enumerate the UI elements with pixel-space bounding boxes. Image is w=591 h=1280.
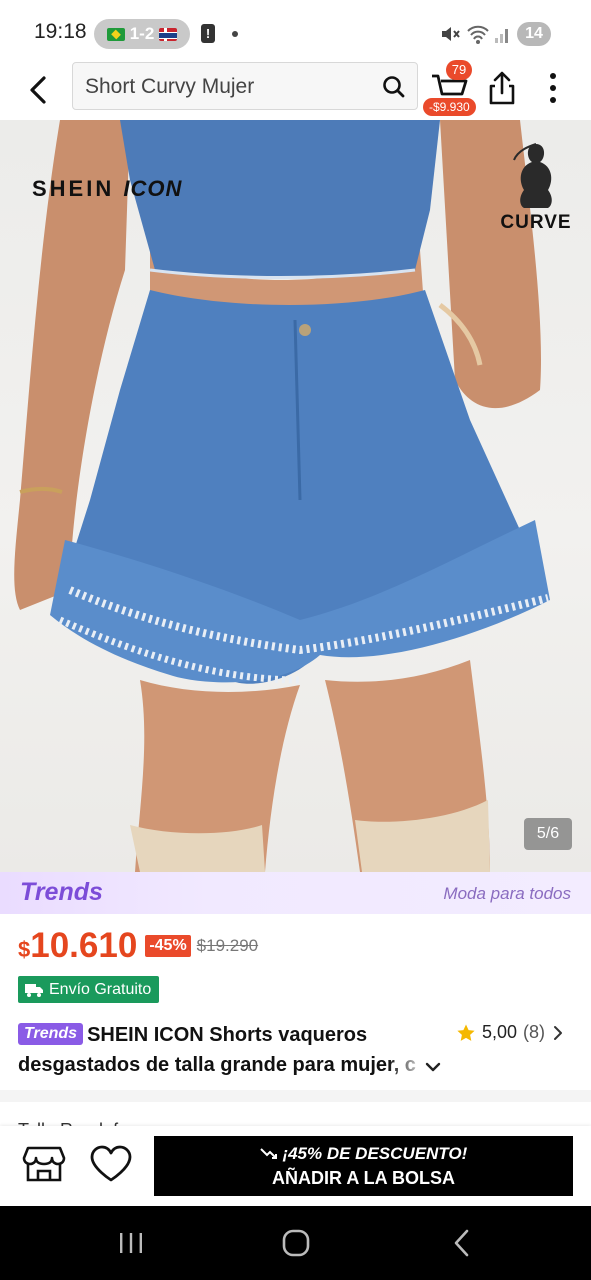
brand-logo: SHEIN ICON [32, 176, 182, 202]
system-back-icon[interactable] [451, 1228, 473, 1258]
back-arrow-icon[interactable] [20, 70, 56, 110]
status-bar: 19:18 1-2 ! 14 [0, 0, 591, 62]
system-navigation-bar [0, 1206, 591, 1280]
share-icon[interactable] [486, 68, 518, 108]
battery-level: 14 [517, 22, 551, 46]
top-navigation: Short Curvy Mujer 79 -$9.930 [0, 60, 591, 120]
network-pill: 1-2 [94, 19, 190, 49]
trends-tagline: Moda para todos [443, 884, 571, 903]
section-divider [0, 1090, 591, 1102]
star-icon [457, 1024, 475, 1041]
rating-value: 5,00 [482, 1022, 518, 1042]
clock: 19:18 [34, 20, 87, 43]
brand-accent: ICON [123, 176, 183, 201]
brazil-flag-icon [106, 27, 125, 41]
review-count: (8) [523, 1022, 546, 1042]
mute-icon [442, 27, 460, 41]
cart-count-badge: 79 [446, 60, 472, 80]
product-title[interactable]: Trends SHEIN ICON Shorts vaqueros desgast… [18, 1020, 458, 1080]
recent-apps-icon[interactable] [118, 1232, 144, 1254]
image-counter: 5/6 [524, 818, 572, 850]
free-shipping-badge: Envío Gratuito [18, 976, 160, 1003]
trends-banner[interactable]: Trends Moda para todos [0, 872, 591, 914]
original-price: $19.290 [196, 936, 259, 955]
search-icon[interactable] [381, 74, 407, 100]
search-query: Short Curvy Mujer [85, 75, 255, 98]
trends-logo: Trends [20, 878, 103, 906]
price-row: $10.610 -45% $19.290 [18, 924, 258, 968]
product-image-gallery[interactable]: SHEIN ICON CURVE 5/6 [0, 120, 591, 872]
wifi-icon [467, 25, 489, 44]
truck-icon [25, 983, 43, 997]
brand-name: SHEIN [32, 176, 115, 201]
store-icon[interactable] [22, 1144, 66, 1184]
trend-down-icon [259, 1148, 277, 1159]
discount-badge: -45% [145, 935, 191, 957]
home-icon[interactable] [281, 1228, 311, 1258]
promo-line: ¡45% DE DESCUENTO! [154, 1144, 573, 1164]
price-value: 10.610 [30, 926, 138, 965]
chevron-right-icon [554, 1025, 563, 1040]
alert-notification-icon: ! [201, 24, 215, 43]
signal-icon [495, 29, 508, 43]
add-to-bag-label: AÑADIR A LA BOLSA [272, 1168, 455, 1188]
add-to-bag-button[interactable]: ¡45% DE DESCUENTO! AÑADIR A LA BOLSA [154, 1136, 573, 1196]
silhouette-icon [513, 143, 552, 208]
bottom-action-bar: ¡45% DE DESCUENTO! AÑADIR A LA BOLSA [0, 1126, 591, 1206]
curve-badge: CURVE [496, 140, 576, 235]
currency-symbol: $ [18, 937, 31, 962]
network-pill-label: 1-2 [129, 24, 155, 43]
more-vertical-icon[interactable] [540, 68, 566, 108]
promo-text: ¡45% DE DESCUENTO! [282, 1144, 468, 1163]
current-price: $10.610 [18, 926, 137, 966]
trends-tag: Trends [18, 1023, 84, 1045]
norway-flag-icon [159, 27, 178, 41]
search-input[interactable]: Short Curvy Mujer [72, 62, 418, 110]
curve-label: CURVE [500, 212, 572, 233]
notification-dot-icon [232, 31, 238, 37]
heart-icon[interactable] [88, 1144, 134, 1184]
shipping-label: Envío Gratuito [49, 980, 152, 998]
cart-price-badge: -$9.930 [423, 98, 476, 116]
chevron-down-icon[interactable] [420, 1054, 446, 1080]
rating-summary[interactable]: 5,00 (8) [456, 1022, 565, 1043]
